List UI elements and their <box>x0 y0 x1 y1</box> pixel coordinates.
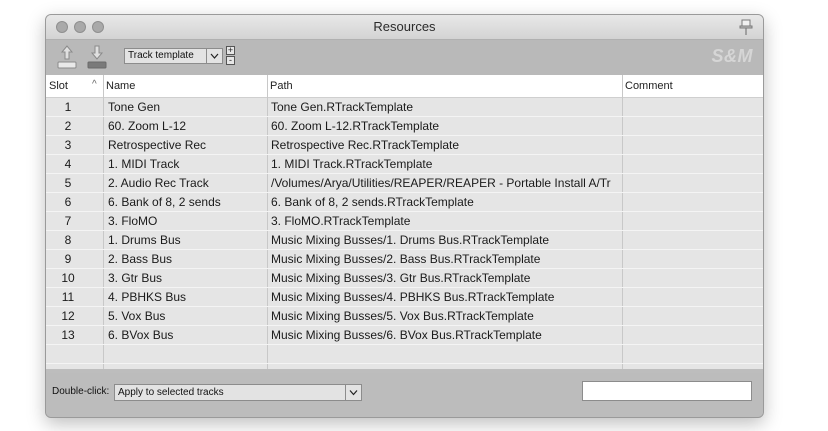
double-click-action-select[interactable]: Apply to selected tracks <box>114 384 362 401</box>
row-name: 3. FloMO <box>108 214 158 228</box>
row-slot: 8 <box>64 233 72 247</box>
row-slot: 11 <box>61 290 75 304</box>
row-slot: 6 <box>64 195 72 209</box>
row-name: 4. PBHKS Bus <box>108 290 187 304</box>
row-path: 1. MIDI Track.RTrackTemplate <box>271 157 433 171</box>
chevron-down-icon <box>206 49 219 63</box>
table-row[interactable]: 13 6. BVox Bus Music Mixing Busses/6. BVox… <box>46 326 763 345</box>
row-name: 6. BVox Bus <box>108 328 174 342</box>
row-name: 60. Zoom L-12 <box>108 119 187 133</box>
row-path: Music Mixing Busses/1. Drums Bus.RTrackT… <box>271 233 550 247</box>
sws-logo: S&M <box>711 46 753 66</box>
resource-type-label: Track template <box>128 50 194 61</box>
remove-slot-button[interactable]: - <box>226 56 235 65</box>
row-slot: 5 <box>64 176 72 190</box>
table-row[interactable]: 2 60. Zoom L-12 60. Zoom L-12.RTrackTempla… <box>46 117 763 136</box>
row-slot: 13 <box>61 328 75 342</box>
bottom-bar: Double-click: Apply to selected tracks <box>46 373 763 417</box>
table-row[interactable]: 3 Retrospective Rec Retrospective Rec.RTra… <box>46 136 763 155</box>
row-path: Retrospective Rec.RTrackTemplate <box>271 138 460 152</box>
column-header-comment[interactable]: Comment <box>625 80 673 92</box>
resources-window: Resources Track template + - S&M Slot ^ <box>45 14 764 418</box>
row-slot: 3 <box>64 138 72 152</box>
row-slot: 4 <box>64 157 72 171</box>
chevron-down-icon <box>345 385 358 400</box>
row-slot: 2 <box>64 119 72 133</box>
table-row[interactable]: 6 6. Bank of 8, 2 sends 6. Bank of 8, 2 se… <box>46 193 763 212</box>
column-header-slot[interactable]: Slot <box>49 80 68 92</box>
row-path: Music Mixing Busses/6. BVox Bus.RTrackTe… <box>271 328 542 342</box>
row-name: Retrospective Rec <box>108 138 207 152</box>
row-path: Tone Gen.RTrackTemplate <box>271 100 414 114</box>
table-row[interactable]: 9 2. Bass Bus Music Mixing Busses/2. Bass … <box>46 250 763 269</box>
toolbar: Track template + - S&M <box>46 40 763 75</box>
window-title: Resources <box>373 19 436 34</box>
row-name: Tone Gen <box>108 100 161 114</box>
row-name: 5. Vox Bus <box>108 309 166 323</box>
row-name: 3. Gtr Bus <box>108 271 163 285</box>
double-click-label: Double-click: <box>52 386 110 397</box>
pin-icon[interactable] <box>739 18 753 36</box>
row-path: 60. Zoom L-12.RTrackTemplate <box>271 119 440 133</box>
table-row[interactable]: 10 3. Gtr Bus Music Mixing Busses/3. Gtr B… <box>46 269 763 288</box>
row-name: 2. Audio Rec Track <box>108 176 209 190</box>
row-path: 6. Bank of 8, 2 sends.RTrackTemplate <box>271 195 474 209</box>
table-row[interactable] <box>46 345 763 364</box>
table-row[interactable]: 1 Tone Gen Tone Gen.RTrackTemplate <box>46 98 763 117</box>
double-click-action-value: Apply to selected tracks <box>118 387 224 398</box>
column-header-name[interactable]: Name <box>106 80 135 92</box>
row-slot: 7 <box>64 214 72 228</box>
title-bar[interactable]: Resources <box>46 15 763 40</box>
resource-type-select[interactable]: Track template <box>124 48 223 64</box>
row-slot: 10 <box>61 271 75 285</box>
table-row[interactable]: 12 5. Vox Bus Music Mixing Busses/5. Vox B… <box>46 307 763 326</box>
row-name: 1. Drums Bus <box>108 233 181 247</box>
row-name: 6. Bank of 8, 2 sends <box>108 195 221 209</box>
row-slot: 12 <box>61 309 75 323</box>
row-slot: 1 <box>64 100 72 114</box>
table-row[interactable]: 4 1. MIDI Track 1. MIDI Track.RTrackTempla… <box>46 155 763 174</box>
table-row[interactable]: 5 2. Audio Rec Track/Volumes/Arya/Utiliti… <box>46 174 763 193</box>
column-header-path[interactable]: Path <box>270 80 293 92</box>
table-row[interactable]: 7 3. FloMO 3. FloMO.RTrackTemplate <box>46 212 763 231</box>
row-name: 2. Bass Bus <box>108 252 173 266</box>
row-slot: 9 <box>64 252 72 266</box>
sort-ascending-icon: ^ <box>92 79 97 90</box>
row-path: Music Mixing Busses/3. Gtr Bus.RTrackTem… <box>271 271 531 285</box>
table-header: Slot ^ Name Path Comment <box>46 75 763 98</box>
row-path: /Volumes/Arya/Utilities/REAPER/REAPER - … <box>271 176 611 190</box>
add-slot-button[interactable]: + <box>226 46 235 55</box>
table-row[interactable]: 8 1. Drums Bus Music Mixing Busses/1. Drum… <box>46 231 763 250</box>
save-down-icon[interactable] <box>86 44 108 70</box>
filter-input[interactable] <box>582 381 752 401</box>
load-up-icon[interactable] <box>56 44 78 70</box>
row-path: 3. FloMO.RTrackTemplate <box>271 214 411 228</box>
table-row[interactable]: 11 4. PBHKS Bus Music Mixing Busses/4. PBH… <box>46 288 763 307</box>
resources-table[interactable]: Slot ^ Name Path Comment 1 Tone Gen Tone G… <box>46 75 763 369</box>
row-path: Music Mixing Busses/5. Vox Bus.RTrackTem… <box>271 309 534 323</box>
row-path: Music Mixing Busses/4. PBHKS Bus.RTrackT… <box>271 290 555 304</box>
row-name: 1. MIDI Track <box>108 157 180 171</box>
row-path: Music Mixing Busses/2. Bass Bus.RTrackTe… <box>271 252 541 266</box>
